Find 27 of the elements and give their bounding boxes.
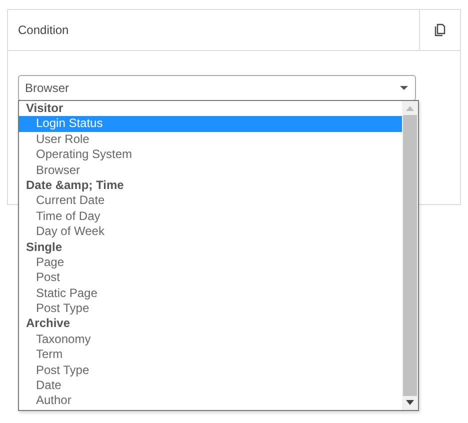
- dropdown-option[interactable]: Term: [19, 347, 402, 363]
- dropdown-option[interactable]: Post Type: [19, 362, 402, 378]
- dropdown-option[interactable]: Time of Day: [19, 208, 402, 224]
- dropdown-option[interactable]: Day of Week: [19, 224, 402, 240]
- dropdown-option[interactable]: Operating System: [19, 147, 402, 163]
- scroll-up-icon[interactable]: [406, 106, 414, 111]
- dropdown-option[interactable]: Date: [19, 378, 402, 394]
- dropdown-option[interactable]: Taxonomy: [19, 332, 402, 348]
- caret-icon: [399, 85, 409, 91]
- dropdown-option[interactable]: Browser: [19, 162, 402, 178]
- dropdown-option[interactable]: Login Status: [19, 116, 402, 132]
- panel-title: Condition: [17, 22, 70, 39]
- dropdown-option[interactable]: Author: [19, 393, 402, 409]
- group-label: Archive: [25, 316, 72, 332]
- dropdown-option[interactable]: Post: [19, 270, 402, 286]
- group-label: Single: [25, 240, 64, 255]
- dropdown-option[interactable]: Static Page: [19, 286, 402, 302]
- dropdown-option[interactable]: User Role: [19, 132, 402, 148]
- group-label: Date &amp; Time: [25, 178, 125, 194]
- copy-icon: [434, 23, 446, 37]
- scroll-thumb[interactable]: [403, 115, 417, 396]
- group-label: Visitor: [25, 101, 64, 116]
- dropdown-option[interactable]: Post Type: [19, 301, 402, 316]
- scroll-down-icon[interactable]: [406, 400, 414, 405]
- dropdown-option[interactable]: Current Date: [19, 193, 402, 209]
- dropdown-option[interactable]: Page: [19, 254, 402, 270]
- scrollbar[interactable]: [402, 101, 418, 410]
